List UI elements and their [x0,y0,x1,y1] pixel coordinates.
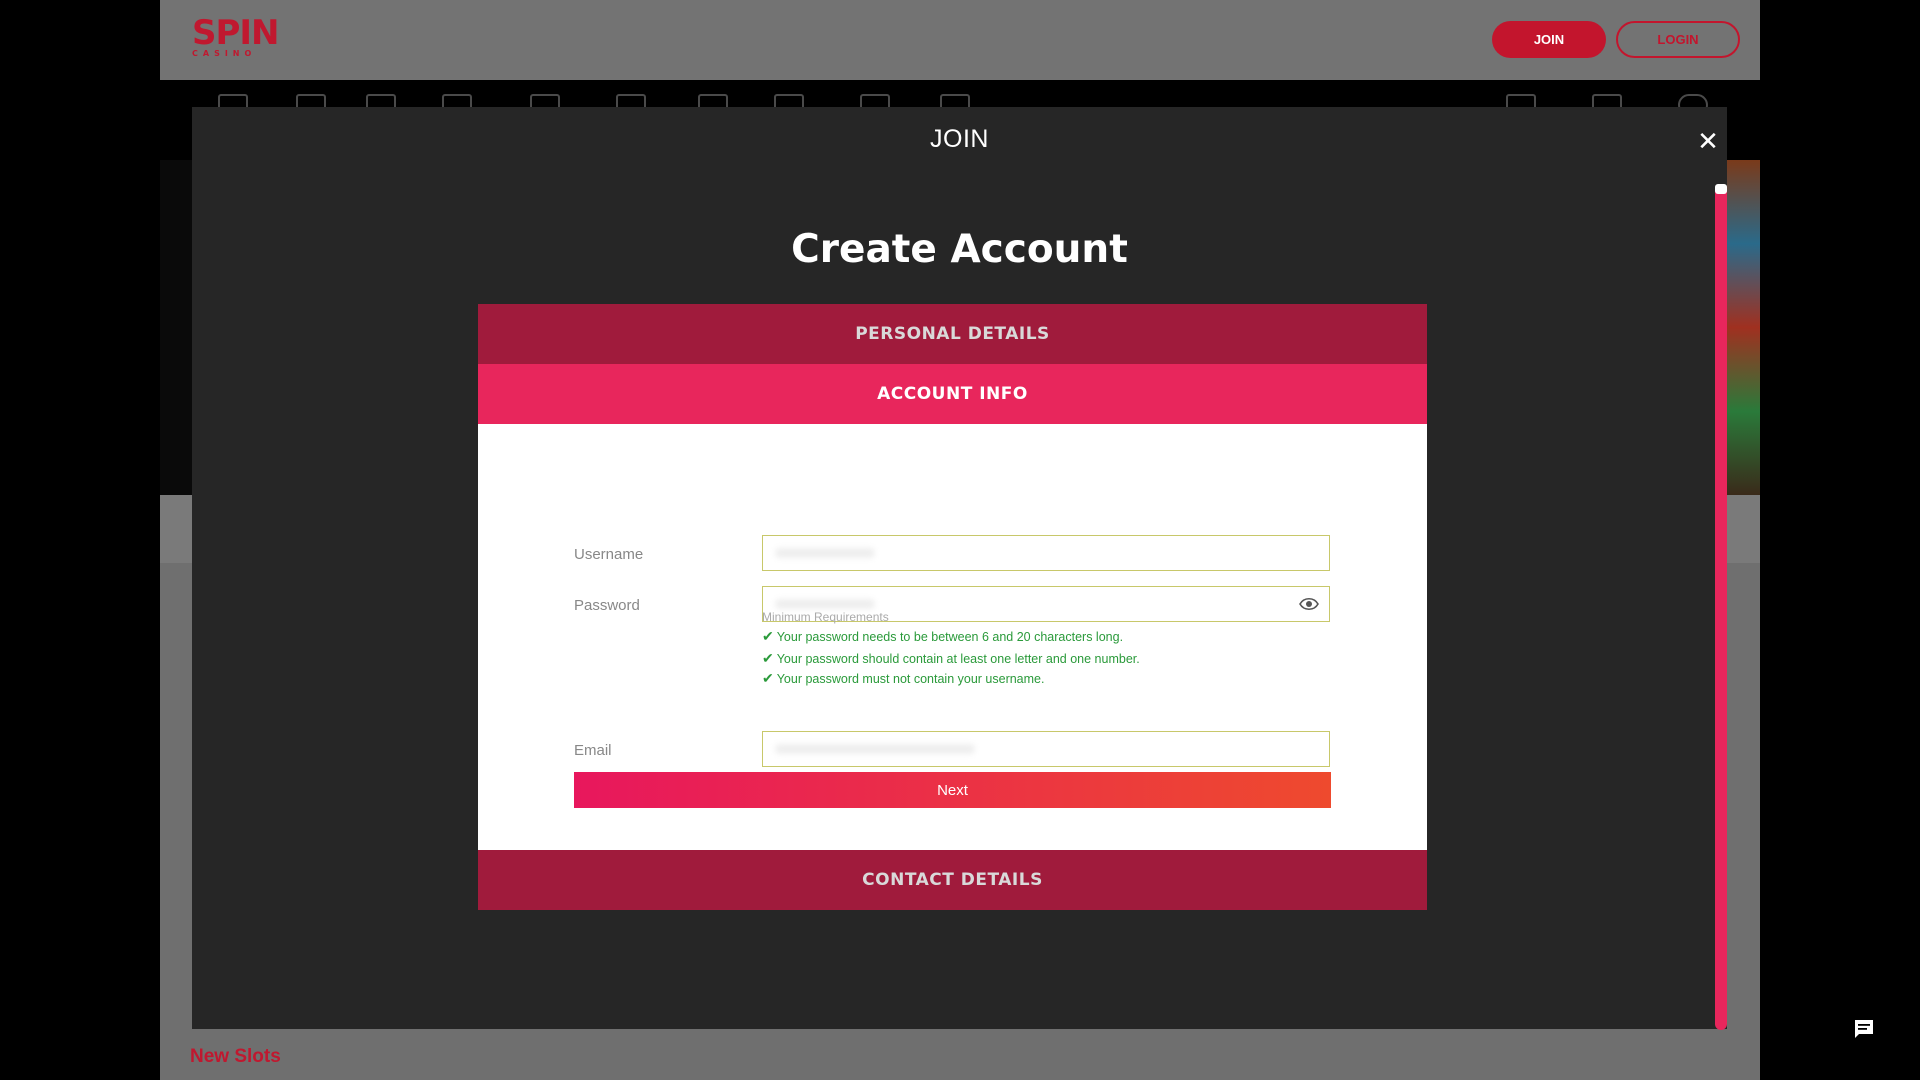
username-field[interactable] [762,535,1330,571]
page-heading: Create Account [791,227,1128,272]
rule-text: Your password should contain at least on… [776,652,1140,666]
site-header: SPIN CASINO JOIN LOGIN [160,0,1760,80]
step-contact-details[interactable]: CONTACT DETAILS [478,850,1427,910]
chat-icon [1855,1020,1873,1038]
username-label: Username [574,546,644,563]
step-account-info[interactable]: ACCOUNT INFO [478,364,1427,424]
rule-text: Your password must not contain your user… [776,672,1045,686]
spin-casino-logo[interactable]: SPIN CASINO [192,16,280,58]
email-field[interactable] [762,731,1330,767]
new-slots-bar [160,1030,1760,1080]
next-button[interactable]: Next [574,772,1331,808]
chat-button[interactable] [1836,1001,1892,1057]
eye-icon[interactable] [1299,596,1319,612]
password-rule: ✔ Your password should contain at least o… [762,650,1140,667]
email-value-blur [775,744,975,754]
step-personal-details[interactable]: PERSONAL DETAILS [478,304,1427,364]
email-label: Email [574,742,612,759]
username-value-blur [775,548,875,558]
header-join-button[interactable]: JOIN [1492,21,1606,58]
password-value-blur [775,599,875,609]
password-rule: ✔ Your password needs to be between 6 and… [762,628,1123,645]
check-icon: ✔ [762,650,774,666]
logo-text: SPIN [192,13,280,53]
account-info-form: Username Password Minimum Requirements ✔… [478,424,1427,850]
modal-scroll-thumb[interactable] [1715,184,1727,194]
header-login-button[interactable]: LOGIN [1616,21,1740,58]
join-modal: JOIN ✕ Create Account PERSONAL DETAILS A… [192,107,1727,1030]
check-icon: ✔ [762,670,774,686]
password-rule: ✔ Your password must not contain your use… [762,670,1044,687]
close-icon[interactable]: ✕ [1694,127,1722,155]
check-icon: ✔ [762,628,774,644]
new-slots-title: New Slots [190,1046,281,1067]
rule-text: Your password needs to be between 6 and … [776,630,1124,644]
modal-title: JOIN [930,125,989,153]
modal-scrollbar[interactable] [1715,184,1727,1030]
password-label: Password [574,597,640,614]
min-requirements-label: Minimum Requirements [762,610,889,624]
